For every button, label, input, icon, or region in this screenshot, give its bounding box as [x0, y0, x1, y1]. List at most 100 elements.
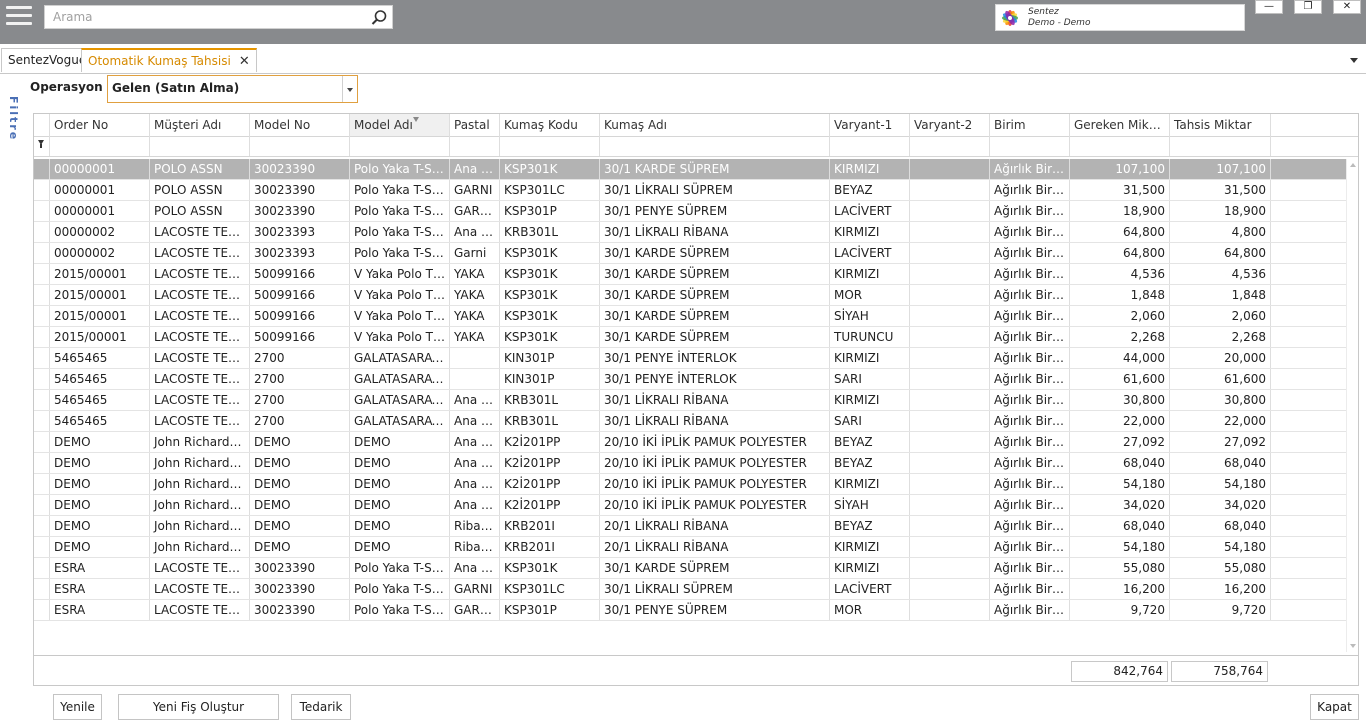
column-header-model-adi[interactable]: Model Adı [350, 114, 450, 136]
filter-cell-kumas-kodu[interactable] [500, 136, 600, 156]
cell-tahsis-miktar: 34,020 [1170, 495, 1271, 515]
filter-cell-varyant-2[interactable] [910, 136, 990, 156]
table-row[interactable]: DEMO John Richard G... DEMO DEMO Ana K... K2İ… [34, 474, 1347, 495]
column-header-musteri-adi[interactable]: Müşteri Adı [150, 114, 250, 136]
column-header-birim[interactable]: Birim [990, 114, 1070, 136]
column-header-pastal[interactable]: Pastal [450, 114, 500, 136]
row-indicator[interactable] [34, 495, 50, 515]
row-indicator[interactable] [34, 537, 50, 557]
table-row[interactable]: 2015/00001 LACOSTE TEX.... 50099166 V Yaka … [34, 264, 1347, 285]
new-slip-button[interactable]: Yeni Fiş Oluştur [118, 694, 279, 720]
filter-panel-toggle[interactable]: Filtre [7, 96, 20, 141]
menu-icon[interactable] [6, 6, 32, 30]
chevron-down-icon[interactable] [342, 76, 357, 102]
filter-cell-pastal[interactable] [450, 136, 500, 156]
company-logo-box: Sentez Demo - Demo [995, 4, 1245, 31]
table-row[interactable]: ESRA LACOSTE TEX.... 30023390 Polo Yaka T-S… [34, 558, 1347, 579]
tab-sentezvogue[interactable]: SentezVogue [1, 48, 94, 72]
cell-model-adi: DEMO [350, 474, 450, 494]
refresh-button[interactable]: Yenile [53, 694, 102, 720]
table-row[interactable]: 5465465 LACOSTE TEX.... 2700 GALATASARAY...… [34, 348, 1347, 369]
cell-varyant-1: LACİVERT [830, 243, 910, 263]
filter-cell-musteri-adi[interactable] [150, 136, 250, 156]
row-indicator[interactable] [34, 327, 50, 347]
cell-gereken-miktar: 22,000 [1070, 411, 1170, 431]
row-indicator[interactable] [34, 180, 50, 200]
tab-otomatik-kumas-tahsisi[interactable]: Otomatik Kumaş Tahsisi ✕ [81, 48, 257, 72]
row-indicator[interactable] [34, 411, 50, 431]
table-row[interactable]: 2015/00001 LACOSTE TEX.... 50099166 V Yaka … [34, 306, 1347, 327]
filter-cell-birim[interactable] [990, 136, 1070, 156]
vertical-scrollbar[interactable] [1346, 159, 1358, 652]
table-row[interactable]: DEMO John Richard G... DEMO DEMO Ribana KRB20… [34, 537, 1347, 558]
row-indicator[interactable] [34, 201, 50, 221]
table-row[interactable]: 00000001 POLO ASSN 30023390 Polo Yaka T-Shi… [34, 201, 1347, 222]
filter-cell-tahsis-miktar[interactable] [1170, 136, 1271, 156]
table-row[interactable]: 00000001 POLO ASSN 30023390 Polo Yaka T-Shi… [34, 180, 1347, 201]
table-row[interactable]: DEMO John Richard G... DEMO DEMO Ana K... K2İ… [34, 432, 1347, 453]
row-indicator[interactable] [34, 159, 50, 179]
minimize-button[interactable]: — [1255, 0, 1283, 14]
row-indicator[interactable] [34, 306, 50, 326]
table-row[interactable]: DEMO John Richard G... DEMO DEMO Ribana KRB20… [34, 516, 1347, 537]
table-row[interactable]: DEMO John Richard G... DEMO DEMO Ana K... K2İ… [34, 495, 1347, 516]
row-indicator[interactable] [34, 285, 50, 305]
filter-cell-varyant-1[interactable] [830, 136, 910, 156]
sort-icon[interactable] [413, 117, 419, 122]
column-header-order-no[interactable]: Order No [50, 114, 150, 136]
cell-varyant-1: SARI [830, 369, 910, 389]
scroll-down-icon[interactable] [1350, 644, 1356, 648]
filter-cell-gereken-miktar[interactable] [1070, 136, 1170, 156]
column-header-varyant-2[interactable]: Varyant-2 [910, 114, 990, 136]
column-header-varyant-1[interactable]: Varyant-1 [830, 114, 910, 136]
row-indicator[interactable] [34, 579, 50, 599]
filter-cell-model-adi[interactable] [350, 136, 450, 156]
column-header-kumas-kodu[interactable]: Kumaş Kodu [500, 114, 600, 136]
row-indicator[interactable] [34, 390, 50, 410]
close-window-button[interactable]: ✕ [1333, 0, 1361, 14]
table-row[interactable]: 00000001 POLO ASSN 30023390 Polo Yaka T-Shi… [34, 159, 1347, 180]
row-indicator[interactable] [34, 369, 50, 389]
column-header-tahsis-miktar[interactable]: Tahsis Miktar [1170, 114, 1271, 136]
close-button[interactable]: Kapat [1310, 694, 1359, 720]
table-row[interactable]: 2015/00001 LACOSTE TEX.... 50099166 V Yaka … [34, 327, 1347, 348]
table-row[interactable]: ESRA LACOSTE TEX.... 30023390 Polo Yaka T-S… [34, 600, 1347, 621]
search-box[interactable] [44, 5, 393, 29]
row-indicator[interactable] [34, 600, 50, 620]
supply-button[interactable]: Tedarik [291, 694, 351, 720]
search-icon[interactable] [370, 9, 388, 27]
row-indicator[interactable] [34, 516, 50, 536]
scroll-up-icon[interactable] [1350, 163, 1356, 167]
tab-menu-arrow-icon[interactable] [1350, 58, 1358, 63]
row-indicator[interactable] [34, 243, 50, 263]
table-row[interactable]: ESRA LACOSTE TEX.... 30023390 Polo Yaka T-S… [34, 579, 1347, 600]
cell-varyant-2 [910, 306, 990, 326]
table-row[interactable]: 00000002 LACOSTE TEX.... 30023393 Polo Yaka… [34, 222, 1347, 243]
restore-button[interactable]: ❐ [1294, 0, 1322, 14]
table-row[interactable]: 00000002 LACOSTE TEX.... 30023393 Polo Yaka… [34, 243, 1347, 264]
filter-cell-model-no[interactable] [250, 136, 350, 156]
table-row[interactable]: 5465465 LACOSTE TEX.... 2700 GALATASARAY...… [34, 390, 1347, 411]
cell-model-adi: DEMO [350, 537, 450, 557]
table-row[interactable]: 2015/00001 LACOSTE TEX.... 50099166 V Yaka … [34, 285, 1347, 306]
close-tab-icon[interactable]: ✕ [239, 54, 250, 69]
column-header-kumas-adi[interactable]: Kumaş Adı [600, 114, 830, 136]
row-indicator[interactable] [34, 222, 50, 242]
filter-icon[interactable] [38, 140, 44, 148]
table-row[interactable]: DEMO John Richard G... DEMO DEMO Ana K... K2İ… [34, 453, 1347, 474]
filter-cell-kumas-adi[interactable] [600, 136, 830, 156]
table-row[interactable]: 5465465 LACOSTE TEX.... 2700 GALATASARAY...… [34, 411, 1347, 432]
row-indicator[interactable] [34, 264, 50, 284]
row-indicator[interactable] [34, 558, 50, 578]
operasyon-select[interactable]: Gelen (Satın Alma) [107, 75, 358, 103]
search-input[interactable] [45, 6, 363, 28]
row-indicator[interactable] [34, 453, 50, 473]
grid-filter-row [34, 136, 1358, 157]
table-row[interactable]: 5465465 LACOSTE TEX.... 2700 GALATASARAY...… [34, 369, 1347, 390]
filter-cell-order-no[interactable] [50, 136, 150, 156]
row-indicator[interactable] [34, 348, 50, 368]
column-header-gereken-miktar[interactable]: Gereken Miktar [1070, 114, 1170, 136]
row-indicator[interactable] [34, 432, 50, 452]
column-header-model-no[interactable]: Model No [250, 114, 350, 136]
row-indicator[interactable] [34, 474, 50, 494]
